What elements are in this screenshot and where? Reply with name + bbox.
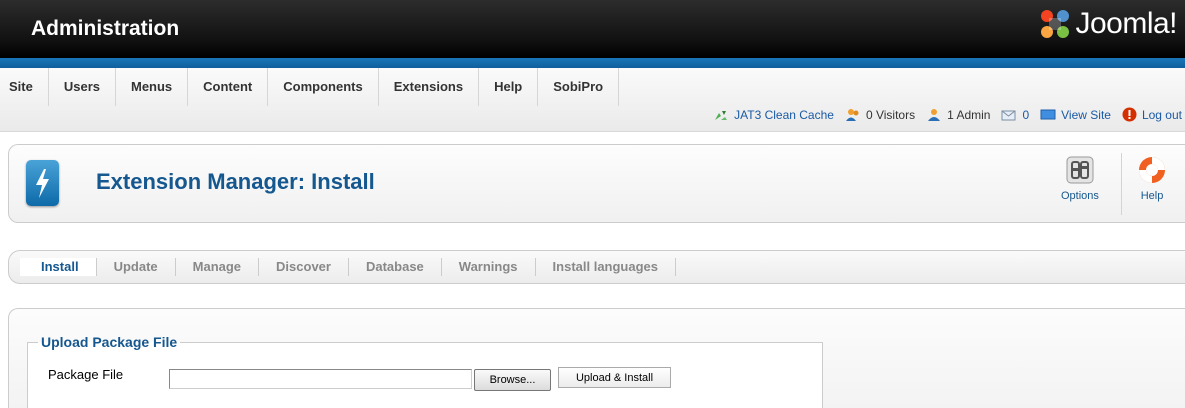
options-button[interactable]: Options bbox=[1061, 155, 1099, 202]
toolbar-divider bbox=[1121, 153, 1122, 215]
view-site-link[interactable]: View Site bbox=[1040, 108, 1111, 122]
help-label: Help bbox=[1140, 190, 1164, 202]
tab-discover[interactable]: Discover bbox=[259, 258, 349, 276]
submenu-tabs: Install Update Manage Discover Database … bbox=[8, 250, 1185, 284]
admin-label: 1 Admin bbox=[947, 107, 991, 122]
monitor-icon bbox=[1040, 109, 1056, 119]
mail-icon bbox=[1001, 110, 1016, 121]
menu-item-site[interactable]: Site bbox=[0, 68, 49, 106]
browse-button[interactable]: Browse... bbox=[474, 369, 551, 391]
main-menu: Site Users Menus Content Components Exte… bbox=[0, 68, 620, 106]
menu-item-sobipro[interactable]: SobiPro bbox=[538, 68, 620, 106]
header-title: Administration bbox=[31, 17, 180, 40]
messages-count: 0 bbox=[1022, 107, 1030, 122]
menu-item-help[interactable]: Help bbox=[479, 68, 539, 106]
menu-item-extensions[interactable]: Extensions bbox=[379, 68, 480, 106]
package-file-input[interactable] bbox=[169, 369, 472, 389]
options-icon bbox=[1066, 156, 1094, 184]
options-label: Options bbox=[1061, 190, 1099, 202]
view-site-label: View Site bbox=[1061, 107, 1111, 122]
visitors-status: 0 Visitors bbox=[845, 108, 915, 122]
tab-install-languages[interactable]: Install languages bbox=[536, 258, 677, 276]
tab-database[interactable]: Database bbox=[349, 258, 442, 276]
status-bar: JAT3 Clean Cache 0 Visitors 1 Admin 0 Vi… bbox=[702, 107, 1182, 122]
main-menubar: Site Users Menus Content Components Exte… bbox=[0, 68, 1185, 132]
menu-item-users[interactable]: Users bbox=[49, 68, 116, 106]
joomla-logo-icon bbox=[1038, 7, 1072, 41]
tab-warnings[interactable]: Warnings bbox=[442, 258, 536, 276]
recycle-icon bbox=[715, 110, 728, 120]
page-title: Extension Manager: Install bbox=[96, 169, 375, 194]
content-panel: Upload Package File Package File Browse.… bbox=[8, 308, 1185, 408]
clean-cache-link[interactable]: JAT3 Clean Cache bbox=[713, 108, 834, 122]
menu-item-content[interactable]: Content bbox=[188, 68, 269, 106]
upload-package-legend: Upload Package File bbox=[41, 334, 178, 350]
joomla-logo[interactable]: Joomla! bbox=[1038, 7, 1177, 41]
tab-update[interactable]: Update bbox=[97, 258, 176, 276]
logout-label: Log out bbox=[1141, 107, 1182, 122]
tab-manage[interactable]: Manage bbox=[176, 258, 260, 276]
admin-status: 1 Admin bbox=[926, 108, 990, 122]
tab-install[interactable]: Install bbox=[20, 258, 97, 276]
admin-user-icon bbox=[928, 108, 941, 121]
header-accent-strip bbox=[0, 58, 1185, 68]
logo-text: Joomla! bbox=[1075, 7, 1177, 40]
lifebuoy-icon bbox=[1139, 157, 1165, 183]
logout-icon bbox=[1122, 107, 1137, 122]
admin-header: Administration Joomla! bbox=[0, 0, 1185, 58]
package-file-label: Package File bbox=[48, 367, 124, 382]
menu-item-components[interactable]: Components bbox=[268, 68, 379, 106]
messages-link[interactable]: 0 bbox=[1001, 108, 1029, 122]
toolbar-box: Extension Manager: Install Options Help bbox=[8, 144, 1185, 223]
visitors-label: 0 Visitors bbox=[865, 107, 916, 122]
clean-cache-label: JAT3 Clean Cache bbox=[734, 107, 834, 122]
logout-link[interactable]: Log out bbox=[1122, 107, 1182, 122]
upload-package-fieldset: Upload Package File Package File Browse.… bbox=[27, 334, 823, 408]
menu-item-menus[interactable]: Menus bbox=[116, 68, 189, 106]
visitors-icon bbox=[845, 108, 859, 121]
extension-manager-icon bbox=[26, 160, 59, 206]
upload-install-button[interactable]: Upload & Install bbox=[558, 367, 671, 388]
help-button[interactable]: Help bbox=[1136, 155, 1168, 202]
